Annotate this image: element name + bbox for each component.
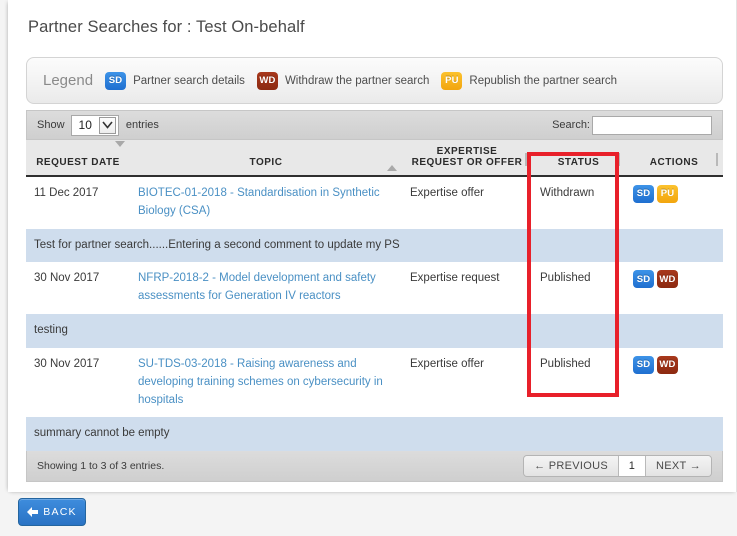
datatable-footer: Showing 1 to 3 of 3 entries. ← PREVIOUS … <box>26 451 723 483</box>
cell-expertise: Expertise offer <box>402 347 532 418</box>
column-label-expertise: EXPERTISE REQUEST OR OFFER <box>411 146 523 168</box>
datatable-search: Search: <box>552 115 712 135</box>
back-button[interactable]: BACK <box>18 498 86 526</box>
entries-info: Showing 1 to 3 of 3 entries. <box>37 460 165 473</box>
sort-none-icon[interactable] <box>525 153 527 166</box>
table-header-row: REQUEST DATE TOPIC EXPERTISE REQUEST OR … <box>26 139 723 177</box>
column-header-request-date[interactable]: REQUEST DATE <box>26 139 130 177</box>
column-header-status[interactable]: STATUS <box>532 139 625 177</box>
page-length-control: Show 10 entries <box>37 114 159 136</box>
cell-request-date: 30 Nov 2017 <box>26 262 130 315</box>
column-header-actions[interactable]: ACTIONS <box>625 139 723 177</box>
page-number-1[interactable]: 1 <box>619 456 646 477</box>
page-length-value: 10 <box>78 118 92 132</box>
legend-label-pu: Republish the partner search <box>469 74 618 87</box>
pu-badge-icon: PU <box>441 71 463 90</box>
sort-asc-icon[interactable] <box>387 154 397 171</box>
sort-none-icon[interactable] <box>716 153 718 166</box>
cell-request-date: 30 Nov 2017 <box>26 347 130 418</box>
topic-link[interactable]: NFRP-2018-2 - Model development and safe… <box>138 272 376 302</box>
sd-badge-icon: SD <box>105 71 127 90</box>
topic-link[interactable]: SU-TDS-03-2018 - Raising awareness and d… <box>138 358 383 406</box>
back-button-label: BACK <box>43 506 77 518</box>
cell-expertise: Expertise request <box>402 262 532 315</box>
cell-actions: SD WD <box>625 347 723 418</box>
previous-button[interactable]: ← PREVIOUS <box>524 456 619 477</box>
cell-expertise: Expertise offer <box>402 176 532 229</box>
screen: Partner Searches for : Test On-behalf Le… <box>0 0 737 536</box>
column-header-topic[interactable]: TOPIC <box>130 139 402 177</box>
wd-badge-icon: WD <box>256 71 278 90</box>
legend-panel: Legend SD Partner search details WD With… <box>26 57 723 104</box>
comment-row: summary cannot be empty <box>26 417 723 452</box>
table-row: 11 Dec 2017 BIOTEC-01-2018 - Standardisa… <box>26 176 723 229</box>
cell-topic: SU-TDS-03-2018 - Raising awareness and d… <box>130 347 402 418</box>
action-button-sd[interactable]: SD <box>633 355 654 374</box>
cell-topic: NFRP-2018-2 - Model development and safe… <box>130 262 402 315</box>
content-card: Partner Searches for : Test On-behalf Le… <box>8 0 737 492</box>
chevron-down-icon <box>98 116 116 134</box>
action-button-pu[interactable]: PU <box>657 185 678 203</box>
comment-text: Test for partner search......Entering a … <box>26 228 723 263</box>
comment-text: summary cannot be empty <box>26 417 723 452</box>
topic-link[interactable]: BIOTEC-01-2018 - Standardisation in Synt… <box>138 187 380 217</box>
legend-item-wd: WD Withdraw the partner search <box>256 71 430 90</box>
sort-none-icon[interactable] <box>618 153 620 166</box>
action-button-sd[interactable]: SD <box>633 185 654 203</box>
cell-status: Withdrawn <box>532 176 625 229</box>
partner-searches-table: REQUEST DATE TOPIC EXPERTISE REQUEST OR … <box>26 139 723 452</box>
cell-actions: SD PU <box>625 176 723 229</box>
cell-topic: BIOTEC-01-2018 - Standardisation in Synt… <box>130 176 402 229</box>
column-label-status: STATUS <box>557 157 600 168</box>
comment-text: testing <box>26 314 723 348</box>
datatable-toolbar: Show 10 entries Search: <box>26 110 723 139</box>
entries-label: entries <box>125 119 159 131</box>
show-label: Show <box>37 119 65 131</box>
column-header-expertise[interactable]: EXPERTISE REQUEST OR OFFER <box>402 139 532 177</box>
legend-item-pu: PU Republish the partner search <box>441 71 618 90</box>
comment-row: testing <box>26 314 723 348</box>
column-label-topic: TOPIC <box>249 157 283 168</box>
next-button[interactable]: NEXT → <box>646 456 711 477</box>
legend-label-wd: Withdraw the partner search <box>284 74 430 87</box>
cell-request-date: 11 Dec 2017 <box>26 176 130 229</box>
legend-label-sd: Partner search details <box>133 74 245 87</box>
legend-title: Legend <box>43 72 94 89</box>
table-row: 30 Nov 2017 SU-TDS-03-2018 - Raising awa… <box>26 347 723 418</box>
arrow-left-icon <box>27 507 39 517</box>
action-button-sd[interactable]: SD <box>633 270 654 289</box>
table-header: REQUEST DATE TOPIC EXPERTISE REQUEST OR … <box>26 139 723 177</box>
table-body: 11 Dec 2017 BIOTEC-01-2018 - Standardisa… <box>26 176 723 452</box>
page-length-select[interactable]: 10 <box>70 114 119 136</box>
sort-desc-icon[interactable] <box>115 141 125 158</box>
cell-actions: SD WD <box>625 262 723 315</box>
table-row: 30 Nov 2017 NFRP-2018-2 - Model developm… <box>26 262 723 315</box>
action-button-wd[interactable]: WD <box>657 270 678 289</box>
cell-status: Published <box>532 347 625 418</box>
legend-item-sd: SD Partner search details <box>105 71 245 90</box>
search-input[interactable] <box>592 115 712 135</box>
column-label-actions: ACTIONS <box>649 157 699 168</box>
comment-row: Test for partner search......Entering a … <box>26 228 723 263</box>
action-button-wd[interactable]: WD <box>657 355 678 374</box>
column-label-request-date: REQUEST DATE <box>36 157 120 168</box>
cell-status: Published <box>532 262 625 315</box>
datatable-container: Show 10 entries Search: REQUEST DATE TOP… <box>26 110 723 483</box>
search-label: Search: <box>552 119 590 131</box>
page-title: Partner Searches for : Test On-behalf <box>28 18 305 36</box>
pagination: ← PREVIOUS 1 NEXT → <box>523 455 712 478</box>
